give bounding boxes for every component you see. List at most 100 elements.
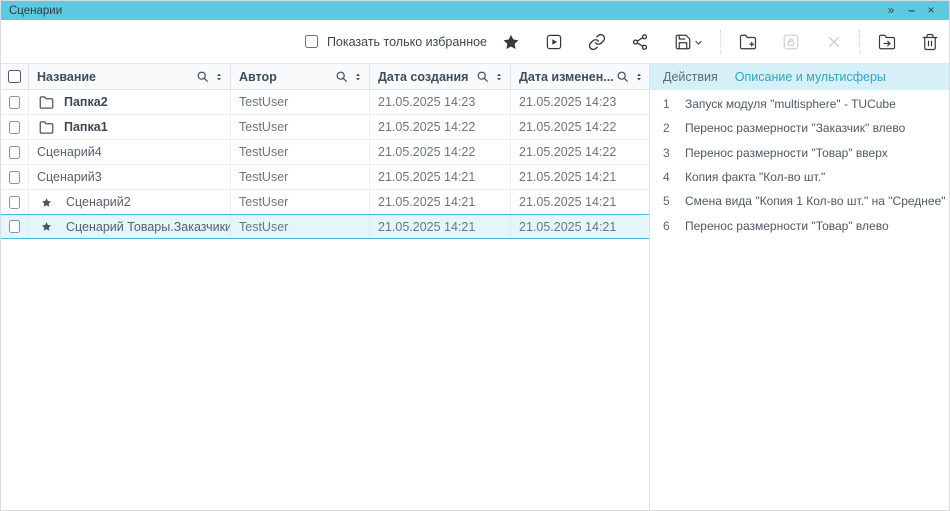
action-item: 5Смена вида "Копия 1 Кол-во шт." на "Сре… xyxy=(650,189,949,213)
row-author: TestUser xyxy=(231,140,370,164)
action-number: 2 xyxy=(650,121,675,135)
action-number: 3 xyxy=(650,146,675,160)
table-row[interactable]: Сценарий Товары.ЗаказчикиTestUser21.05.2… xyxy=(1,214,649,239)
column-header-author[interactable]: Автор xyxy=(231,64,370,89)
favorite-star-icon[interactable] xyxy=(501,32,520,51)
action-text: Перенос размерности "Товар" влево xyxy=(675,219,889,233)
action-text: Перенос размерности "Товар" вверх xyxy=(675,146,888,160)
trash-icon[interactable] xyxy=(920,32,939,51)
row-name-cell: Сценарий4 xyxy=(29,140,231,164)
search-icon[interactable] xyxy=(616,70,629,83)
row-author: TestUser xyxy=(231,215,370,238)
row-created: 21.05.2025 14:23 xyxy=(370,90,511,114)
action-item: 2Перенос размерности "Заказчик" влево xyxy=(650,116,949,140)
link-icon[interactable] xyxy=(587,32,606,51)
actions-list: 1Запуск модуля "multisphere" - TUCube2Пе… xyxy=(650,90,949,238)
row-checkbox-cell[interactable] xyxy=(1,90,29,114)
new-folder-icon[interactable] xyxy=(738,32,757,51)
tab-actions[interactable]: Действия xyxy=(663,70,718,84)
row-checkbox[interactable] xyxy=(9,196,20,209)
action-text: Запуск модуля "multisphere" - TUCube xyxy=(675,97,896,111)
row-checkbox-cell[interactable] xyxy=(1,115,29,139)
tab-description-multispheres[interactable]: Описание и мультисферы xyxy=(735,70,886,84)
search-icon[interactable] xyxy=(196,70,209,83)
header-checkbox-cell[interactable] xyxy=(1,64,29,89)
window-title: Сценарии xyxy=(9,5,62,17)
row-name: Сценарий Товары.Заказчики xyxy=(66,220,231,234)
show-favorites-label: Показать только избранное xyxy=(327,35,487,49)
table-header: Название Автор Дата создания Дата измене… xyxy=(1,64,649,90)
row-modified: 21.05.2025 14:21 xyxy=(511,165,650,189)
titlebar: Сценарии » – × xyxy=(1,1,949,20)
row-checkbox[interactable] xyxy=(9,121,20,134)
column-header-name[interactable]: Название xyxy=(29,64,231,89)
row-name-cell: Сценарий3 xyxy=(29,165,231,189)
action-number: 4 xyxy=(650,170,675,184)
row-modified: 21.05.2025 14:21 xyxy=(511,215,650,238)
row-name-cell: Сценарий2 xyxy=(29,190,231,214)
action-number: 1 xyxy=(650,97,675,111)
action-text: Перенос размерности "Заказчик" влево xyxy=(675,121,905,135)
row-modified: 21.05.2025 14:22 xyxy=(511,115,650,139)
action-item: 6Перенос размерности "Товар" влево xyxy=(650,213,949,237)
row-created: 21.05.2025 14:21 xyxy=(370,215,511,238)
row-name: Папка2 xyxy=(64,95,108,109)
sort-icon[interactable] xyxy=(634,71,644,83)
favorite-star-icon xyxy=(39,221,56,232)
row-author: TestUser xyxy=(231,90,370,114)
row-name: Сценарий4 xyxy=(37,145,102,159)
row-checkbox-cell[interactable] xyxy=(1,190,29,214)
toolbar: Показать только избранное xyxy=(1,20,949,63)
app-window: Сценарии » – × Показать только избранное xyxy=(0,0,950,511)
row-author: TestUser xyxy=(231,115,370,139)
column-header-created[interactable]: Дата создания xyxy=(370,64,511,89)
table-row[interactable]: Папка2TestUser21.05.2025 14:2321.05.2025… xyxy=(1,90,649,115)
sort-icon[interactable] xyxy=(494,71,504,83)
action-number: 5 xyxy=(650,194,675,208)
scenarios-table: Название Автор Дата создания Дата измене… xyxy=(1,64,650,510)
column-header-modified[interactable]: Дата изменен... xyxy=(511,64,650,89)
action-item: 3Перенос размерности "Товар" вверх xyxy=(650,141,949,165)
table-row[interactable]: Сценарий4TestUser21.05.2025 14:2221.05.2… xyxy=(1,140,649,165)
select-all-checkbox[interactable] xyxy=(8,70,21,83)
save-icon[interactable] xyxy=(673,32,692,51)
sort-icon[interactable] xyxy=(214,71,224,83)
table-row[interactable]: Сценарий3TestUser21.05.2025 14:2121.05.2… xyxy=(1,165,649,190)
table-row[interactable]: Папка1TestUser21.05.2025 14:2221.05.2025… xyxy=(1,115,649,140)
row-author: TestUser xyxy=(231,165,370,189)
table-row[interactable]: Сценарий2TestUser21.05.2025 14:2121.05.2… xyxy=(1,190,649,215)
table-body: Папка2TestUser21.05.2025 14:2321.05.2025… xyxy=(1,90,649,239)
row-checkbox[interactable] xyxy=(9,220,20,233)
share-icon[interactable] xyxy=(630,32,649,51)
minimize-icon[interactable]: – xyxy=(901,1,921,20)
row-name: Сценарий3 xyxy=(37,170,102,184)
search-icon[interactable] xyxy=(476,70,489,83)
move-to-folder-icon[interactable] xyxy=(877,32,896,51)
more-chevrons-icon[interactable]: » xyxy=(881,1,901,20)
row-checkbox-cell[interactable] xyxy=(1,140,29,164)
run-scenario-icon[interactable] xyxy=(544,32,563,51)
delete-cross-icon xyxy=(824,32,843,51)
row-name: Сценарий2 xyxy=(66,195,131,209)
row-checkbox[interactable] xyxy=(9,146,20,159)
favorite-star-icon xyxy=(39,197,56,208)
save-dropdown-chevron-icon[interactable] xyxy=(694,37,704,47)
row-checkbox-cell[interactable] xyxy=(1,215,29,238)
main-content: Название Автор Дата создания Дата измене… xyxy=(1,63,949,510)
row-checkbox[interactable] xyxy=(9,171,20,184)
row-name-cell: Папка1 xyxy=(29,115,231,139)
row-created: 21.05.2025 14:22 xyxy=(370,140,511,164)
row-checkbox[interactable] xyxy=(9,96,20,109)
show-favorites-checkbox[interactable] xyxy=(305,35,318,48)
side-panel-tabs: Действия Описание и мультисферы xyxy=(650,64,949,90)
row-checkbox-cell[interactable] xyxy=(1,165,29,189)
row-modified: 21.05.2025 14:22 xyxy=(511,140,650,164)
toolbar-separator xyxy=(859,30,860,54)
search-icon[interactable] xyxy=(335,70,348,83)
sort-icon[interactable] xyxy=(353,71,363,83)
row-created: 21.05.2025 14:21 xyxy=(370,165,511,189)
close-icon[interactable]: × xyxy=(921,1,941,20)
row-modified: 21.05.2025 14:23 xyxy=(511,90,650,114)
folder-icon xyxy=(39,120,54,135)
lock-icon xyxy=(781,32,800,51)
